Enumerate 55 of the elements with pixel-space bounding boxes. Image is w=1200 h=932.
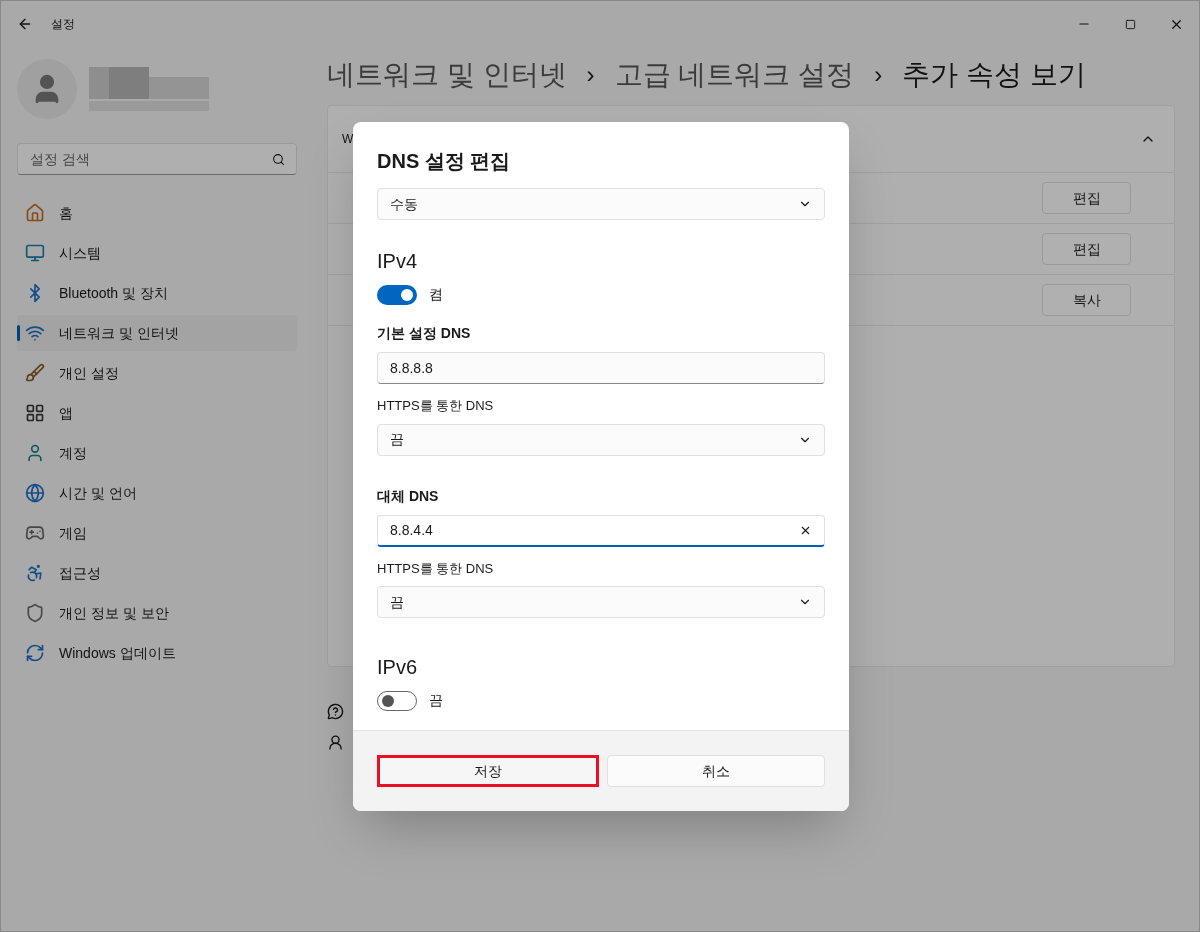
sidebar-item[interactable]: Windows 업데이트 [17,635,297,671]
breadcrumb-separator: › [586,60,595,90]
field-label: 기본 설정 DNS [377,324,472,343]
toggle-label: 켬 [429,285,443,304]
sidebar-item[interactable]: 계정 [17,435,297,471]
field-label: 대체 DNS [377,486,440,506]
sidebar-item[interactable]: 시스템 [17,235,297,271]
card-button[interactable]: 편집 [1042,233,1131,265]
field-label: HTTPS를 통한 DNS [377,559,495,578]
breadcrumb-item[interactable]: 고급 네트워크 설정 [614,54,855,96]
sidebar-item[interactable]: 개인 정보 및 보안 [17,595,297,631]
accessibility-icon [25,563,45,583]
sidebar-item[interactable]: 개인 설정 [17,355,297,391]
sidebar-item[interactable]: 홈 [17,195,297,231]
apps-icon [25,403,45,423]
field-label: HTTPS를 통한 DNS [377,397,495,415]
search-field[interactable]: 설정 검색 [17,143,297,175]
toggle-switch[interactable] [377,690,417,711]
shield-icon [25,603,45,623]
toggle-switch[interactable] [377,284,417,305]
dropdown[interactable]: 끔 [377,423,825,456]
breadcrumb-item[interactable]: 네트워크 및 인터넷 [327,54,567,96]
section-heading: IPv6 [377,655,419,680]
sidebar-item[interactable]: 네트워크 및 인터넷 [17,315,297,351]
sidebar-item[interactable]: 시간 및 언어 [17,475,297,511]
person-icon [25,443,45,463]
breadcrumb-separator: › [874,60,883,90]
search-icon [272,153,285,166]
gamepad-icon [25,523,45,543]
sidebar-item[interactable]: 앱 [17,395,297,431]
card-button[interactable]: 복사 [1042,284,1131,316]
save-button[interactable]: 저장 [377,755,599,787]
breadcrumb-item: 추가 속성 보기 [902,58,1086,92]
wifi-icon [25,323,45,343]
input-field[interactable]: 8.8.4.4 [377,514,825,547]
globe-icon [25,483,45,503]
dropdown[interactable]: 수동 [377,188,825,220]
home-icon [25,203,45,223]
sidebar-item[interactable]: 게임 [17,515,297,551]
update-icon [25,643,45,663]
section-heading: IPv4 [377,249,419,274]
card-header: W [342,131,354,148]
dropdown[interactable]: 끔 [377,586,825,618]
input-field[interactable]: 8.8.8.8 [377,352,825,384]
dialog-title: DNS 설정 편집 [377,149,512,174]
brush-icon [25,363,45,383]
sidebar-item[interactable]: Bluetooth 및 장치 [17,275,297,311]
card-button[interactable]: 편집 [1042,182,1131,214]
help-icon[interactable] [327,703,344,720]
monitor-icon [25,243,45,263]
toggle-label: 끔 [429,691,443,710]
sidebar-item[interactable]: 접근성 [17,555,297,591]
back-icon[interactable] [17,16,33,32]
window-title: 설정 [51,16,75,33]
cancel-button[interactable]: 취소 [607,755,825,787]
